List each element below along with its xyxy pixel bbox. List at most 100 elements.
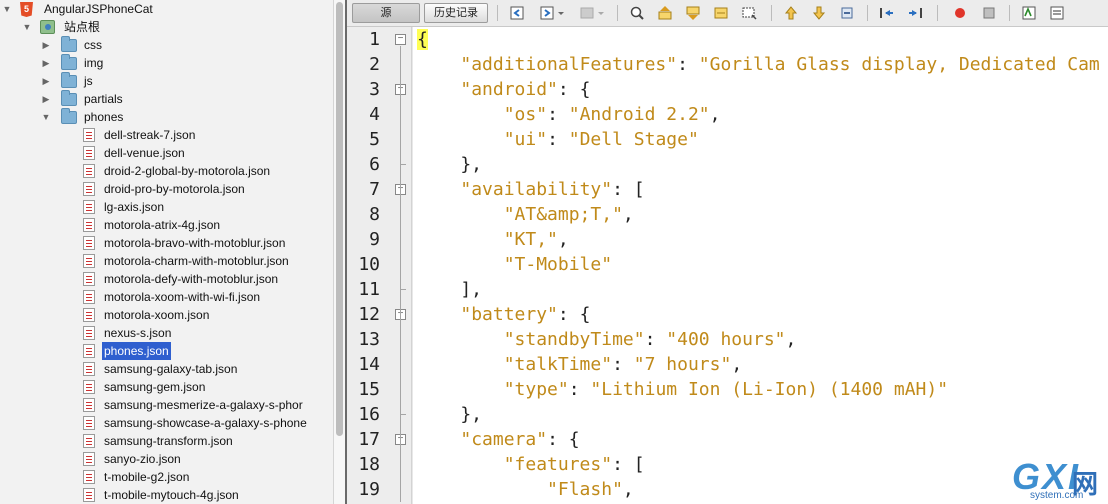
line-number: 13 bbox=[358, 329, 380, 350]
collapsed-arrow-icon[interactable]: ▶ bbox=[41, 54, 51, 72]
collapsed-arrow-icon[interactable]: ▶ bbox=[41, 72, 51, 90]
expanded-arrow-icon[interactable]: ▼ bbox=[2, 0, 12, 18]
code-line: "android": { bbox=[417, 77, 590, 102]
json-punctuation: : [ bbox=[612, 454, 645, 475]
tree-item-file[interactable]: motorola-atrix-4g.json bbox=[0, 216, 333, 234]
code-line: "AT&amp;T,", bbox=[417, 202, 634, 227]
code-line: "os": "Android 2.2", bbox=[417, 102, 721, 127]
json-punctuation: , bbox=[731, 354, 743, 375]
folder-label: img bbox=[84, 56, 104, 70]
code-line: "additionalFeatures": "Gorilla Glass dis… bbox=[417, 52, 1099, 77]
tree-item-file[interactable]: nexus-s.json bbox=[0, 324, 333, 342]
line-number: 10 bbox=[358, 254, 380, 275]
find-selection-icon[interactable] bbox=[713, 5, 729, 21]
line-number: 14 bbox=[358, 354, 380, 375]
fold-toggle-icon[interactable]: − bbox=[395, 34, 406, 45]
tree-item-file[interactable]: dell-venue.json bbox=[0, 144, 333, 162]
bookmark-next-icon[interactable] bbox=[811, 5, 827, 21]
tree-item-file[interactable]: samsung-mesmerize-a-galaxy-s-phor bbox=[0, 396, 333, 414]
json-file-icon bbox=[83, 236, 95, 250]
code-line: "features": [ bbox=[417, 452, 645, 477]
folder-icon bbox=[61, 90, 77, 106]
tree-item-folder-phones[interactable]: ▼ phones bbox=[0, 108, 333, 126]
record-macro-icon[interactable] bbox=[952, 5, 968, 21]
scrollbar-thumb[interactable] bbox=[336, 2, 343, 436]
tree-item-file[interactable]: phones.json bbox=[0, 342, 333, 360]
search-icon[interactable] bbox=[629, 5, 645, 21]
expanded-arrow-icon[interactable]: ▼ bbox=[22, 18, 32, 36]
tree-item-file[interactable]: motorola-xoom.json bbox=[0, 306, 333, 324]
find-next-icon[interactable] bbox=[685, 5, 701, 21]
tree-item-file[interactable]: motorola-xoom-with-wi-fi.json bbox=[0, 288, 333, 306]
back-icon[interactable] bbox=[509, 5, 525, 21]
json-punctuation: : bbox=[612, 354, 634, 375]
json-punctuation: : { bbox=[547, 429, 580, 450]
stop-macro-icon[interactable] bbox=[981, 5, 997, 21]
file-tree-scrollbar[interactable] bbox=[333, 0, 345, 504]
toolbar-separator bbox=[1009, 5, 1010, 21]
tree-item-folder-img[interactable]: ▶ img bbox=[0, 54, 333, 72]
json-key: "standbyTime" bbox=[503, 329, 645, 350]
shift-left-icon[interactable] bbox=[879, 5, 895, 21]
source-view-button[interactable]: 源 bbox=[352, 3, 420, 23]
tree-item-file[interactable]: samsung-galaxy-tab.json bbox=[0, 360, 333, 378]
tree-item-file[interactable]: samsung-transform.json bbox=[0, 432, 333, 450]
forward-icon[interactable] bbox=[539, 5, 555, 21]
tree-item-file[interactable]: t-mobile-g2.json bbox=[0, 468, 333, 486]
tree-item-project[interactable]: ▼ 5 AngularJSPhoneCat bbox=[0, 0, 333, 18]
line-number: 8 bbox=[369, 204, 380, 225]
json-punctuation: }, bbox=[417, 404, 483, 425]
fold-end-marker bbox=[400, 414, 406, 415]
toggle-bookmark-icon[interactable] bbox=[839, 5, 855, 21]
html5-icon: 5 bbox=[20, 2, 33, 17]
expanded-arrow-icon[interactable]: ▼ bbox=[41, 108, 51, 126]
tree-item-file[interactable]: motorola-bravo-with-motoblur.json bbox=[0, 234, 333, 252]
json-punctuation: , bbox=[622, 204, 634, 225]
fold-end-marker bbox=[400, 164, 406, 165]
json-key: "type" bbox=[503, 379, 569, 400]
tree-item-file[interactable]: droid-2-global-by-motorola.json bbox=[0, 162, 333, 180]
tree-item-file[interactable]: samsung-gem.json bbox=[0, 378, 333, 396]
tree-item-file[interactable]: lg-axis.json bbox=[0, 198, 333, 216]
json-file-icon bbox=[83, 470, 95, 484]
chevron-down-icon[interactable] bbox=[557, 5, 565, 21]
select-rectangle-icon[interactable] bbox=[741, 5, 757, 21]
json-file-icon bbox=[83, 200, 95, 214]
file-label: lg-axis.json bbox=[104, 200, 165, 214]
history-view-button[interactable]: 历史记录 bbox=[424, 3, 488, 23]
tree-item-file[interactable]: sanyo-zio.json bbox=[0, 450, 333, 468]
json-punctuation bbox=[417, 204, 504, 225]
json-punctuation bbox=[417, 79, 460, 100]
json-string: "T-Mobile" bbox=[503, 254, 613, 275]
file-label: motorola-xoom-with-wi-fi.json bbox=[104, 290, 261, 304]
tree-item-file[interactable]: droid-pro-by-motorola.json bbox=[0, 180, 333, 198]
tree-item-file[interactable]: t-mobile-mytouch-4g.json bbox=[0, 486, 333, 504]
collapsed-arrow-icon[interactable]: ▶ bbox=[41, 36, 51, 54]
tree-item-file[interactable]: dell-streak-7.json bbox=[0, 126, 333, 144]
collapsed-arrow-icon[interactable]: ▶ bbox=[41, 90, 51, 108]
find-previous-icon[interactable] bbox=[657, 5, 673, 21]
line-number: 19 bbox=[358, 479, 380, 500]
code-line: "type": "Lithium Ion (Li-Ion) (1400 mAH)… bbox=[417, 377, 948, 402]
bookmark-previous-icon[interactable] bbox=[783, 5, 799, 21]
tree-item-folder-css[interactable]: ▶ css bbox=[0, 36, 333, 54]
watermark-logo: GXI 网 system.com bbox=[1006, 456, 1104, 502]
toolbar-separator bbox=[937, 5, 938, 21]
tree-item-folder-partials[interactable]: ▶ partials bbox=[0, 90, 333, 108]
code-editor[interactable]: { "additionalFeatures": "Gorilla Glass d… bbox=[413, 27, 1108, 504]
json-string: "400 hours" bbox=[666, 329, 786, 350]
shift-right-icon[interactable] bbox=[907, 5, 923, 21]
tree-item-site-root[interactable]: ▼ 站点根 bbox=[0, 18, 333, 36]
json-file-icon bbox=[83, 218, 95, 232]
tree-item-folder-js[interactable]: ▶ js bbox=[0, 72, 333, 90]
uncomment-icon[interactable] bbox=[1049, 5, 1065, 21]
start-comment-icon[interactable] bbox=[1021, 5, 1037, 21]
tree-item-file[interactable]: samsung-showcase-a-galaxy-s-phone bbox=[0, 414, 333, 432]
code-line: "talkTime": "7 hours", bbox=[417, 352, 742, 377]
json-file-icon bbox=[83, 380, 95, 394]
tree-item-file[interactable]: motorola-charm-with-motoblur.json bbox=[0, 252, 333, 270]
json-file-icon bbox=[83, 344, 95, 358]
folder-label: js bbox=[84, 74, 93, 88]
json-string: "Android 2.2" bbox=[568, 104, 710, 125]
tree-item-file[interactable]: motorola-defy-with-motoblur.json bbox=[0, 270, 333, 288]
